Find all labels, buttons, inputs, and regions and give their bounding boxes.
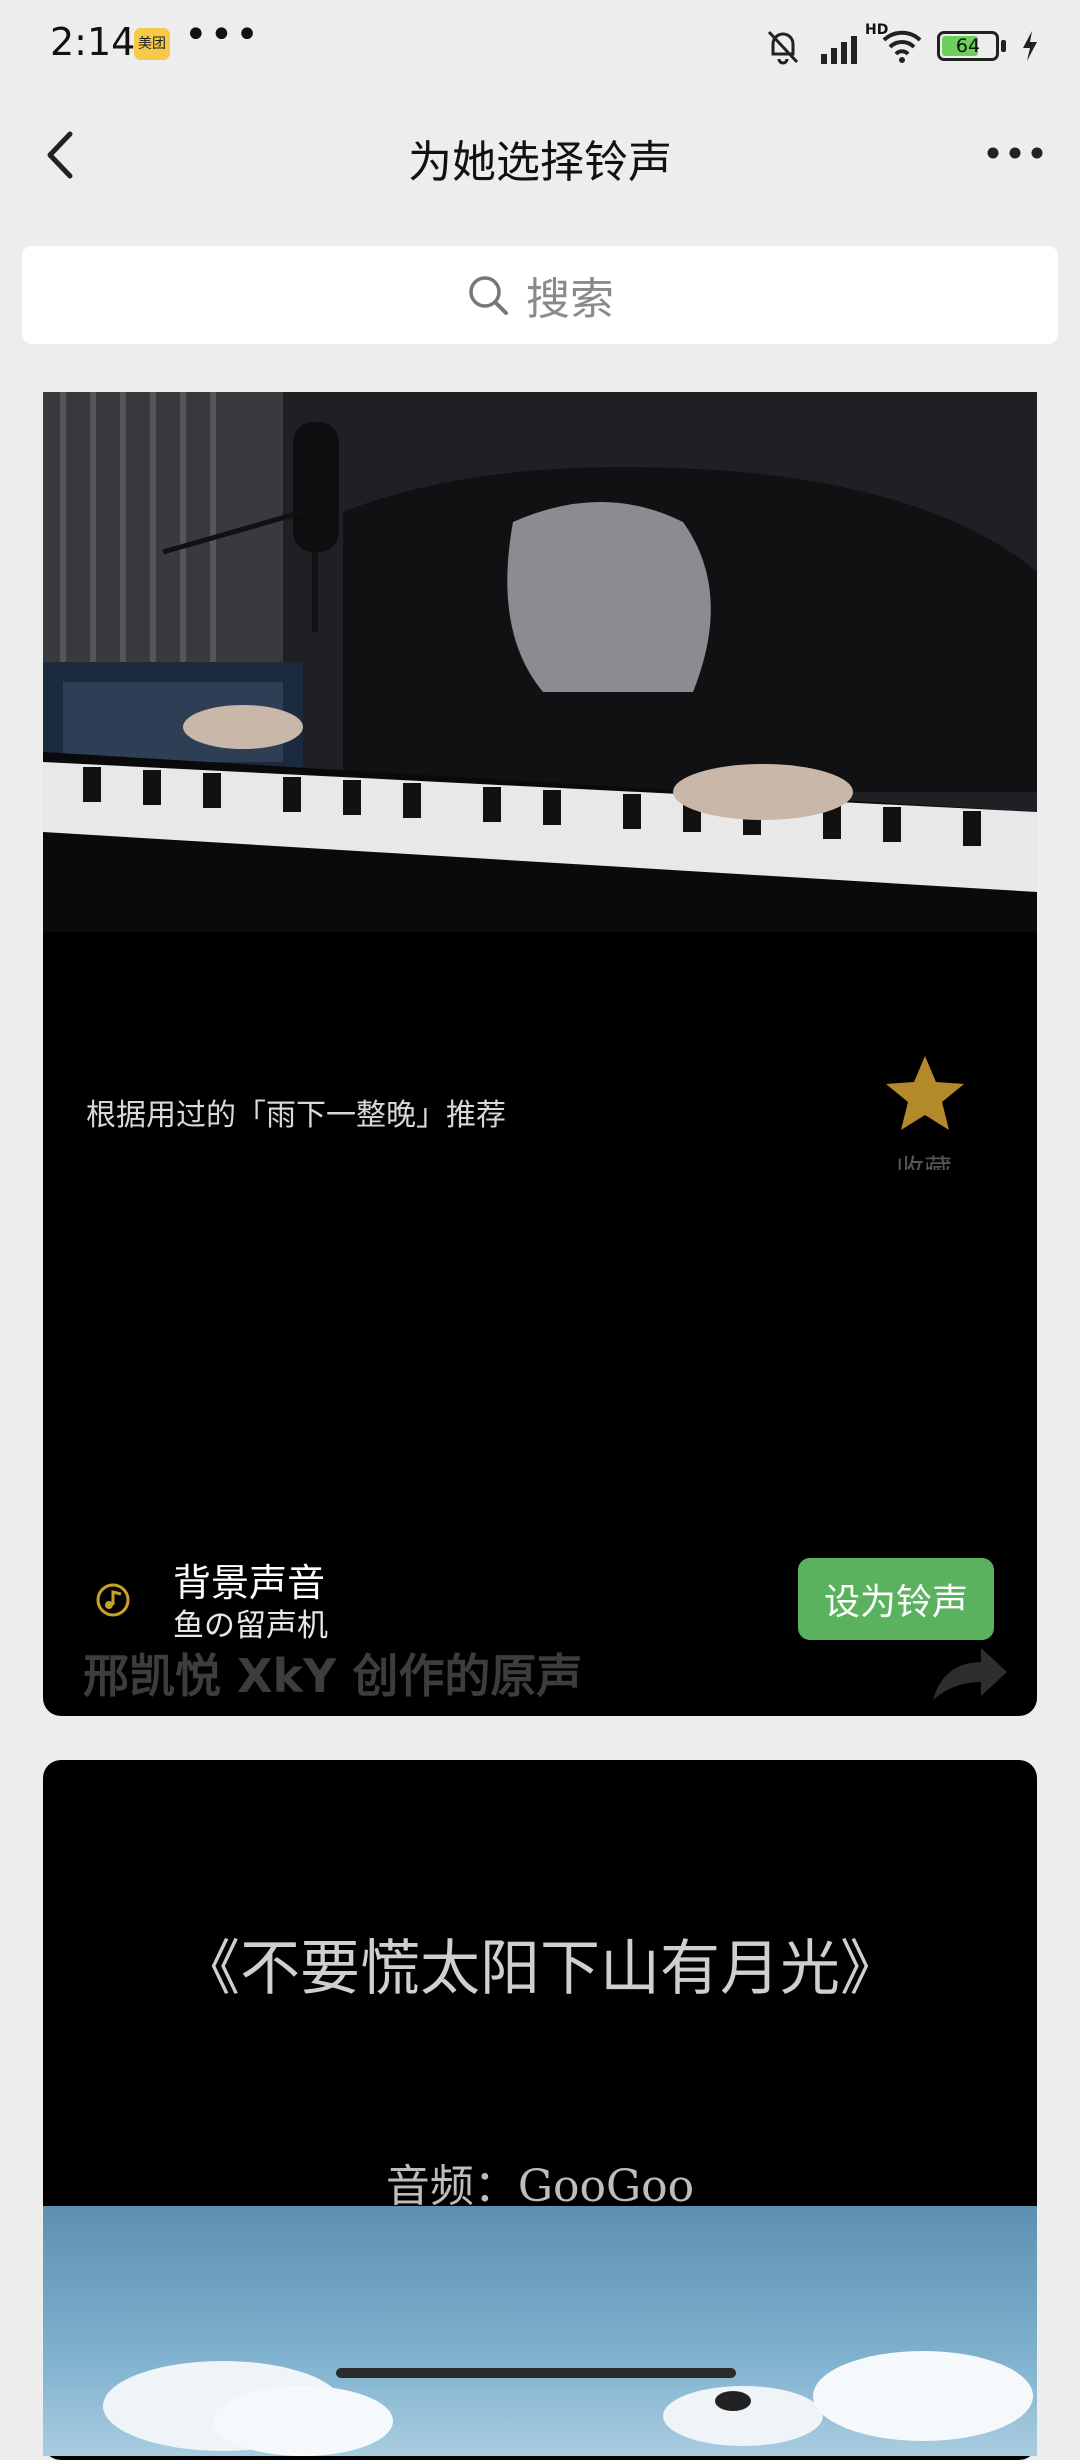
network-label: HD bbox=[865, 22, 889, 38]
status-bar: 2:14 美团 ••• HD 64 bbox=[0, 0, 1080, 90]
card-title: 《不要慌太阳下山有月光》 bbox=[180, 1934, 900, 2004]
search-input[interactable]: 搜索 bbox=[22, 246, 1058, 344]
notification-more-icon: ••• bbox=[184, 12, 261, 58]
more-options-button[interactable] bbox=[980, 128, 1050, 178]
set-ringtone-button[interactable]: 设为铃声 bbox=[798, 1558, 994, 1640]
audio-credit: 音频：GooGoo bbox=[385, 2161, 695, 2212]
battery-cap bbox=[1001, 40, 1006, 52]
music-note-icon bbox=[96, 1583, 130, 1617]
share-icon[interactable] bbox=[923, 1638, 1013, 1708]
video-thumbnail bbox=[43, 392, 1037, 932]
battery-level: 64 bbox=[955, 35, 981, 57]
signal-icon: HD bbox=[817, 22, 888, 66]
meituan-app-icon: 美团 bbox=[134, 28, 170, 60]
search-placeholder: 搜索 bbox=[526, 274, 614, 325]
recommend-text: 根据用过的「雨下一整晚」推荐 bbox=[86, 1098, 506, 1133]
nav-bar: 为她选择铃声 bbox=[0, 90, 1080, 220]
song-artist: 鱼の留声机 bbox=[173, 1608, 328, 1644]
status-time: 2:14 bbox=[50, 20, 136, 64]
favorite-star-icon[interactable] bbox=[880, 1050, 970, 1140]
search-icon bbox=[469, 276, 508, 315]
status-icons: HD 64 bbox=[763, 22, 1040, 68]
home-indicator[interactable] bbox=[336, 2368, 736, 2378]
sky-image bbox=[43, 2206, 1037, 2456]
favorite-label: 收藏 bbox=[896, 1153, 953, 1170]
battery-icon: 64 bbox=[937, 31, 999, 61]
video-caption: 邢凯悦 XkY 创作的原声 bbox=[83, 1649, 583, 1703]
charging-icon bbox=[1023, 31, 1037, 61]
page-title: 为她选择铃声 bbox=[408, 137, 672, 188]
song-title: 背景声音 bbox=[173, 1561, 326, 1605]
mute-bell-icon bbox=[767, 30, 799, 65]
